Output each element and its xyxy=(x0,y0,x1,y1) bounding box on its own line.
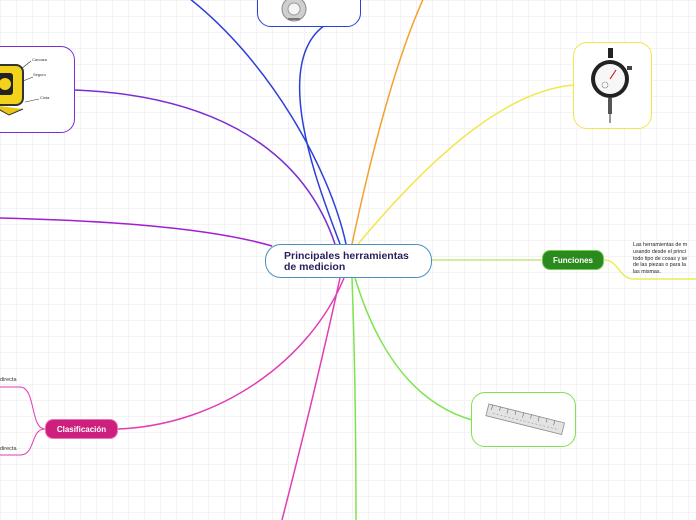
branch-line-pink xyxy=(281,277,341,520)
clasificacion-child-1[interactable]: directa xyxy=(0,377,17,383)
tape-label-carcaza: Carcaza xyxy=(32,57,48,62)
image-node-caliper[interactable] xyxy=(257,0,361,27)
branch-line-violet xyxy=(0,217,273,247)
funciones-label: Funciones xyxy=(552,256,593,265)
branch-line-green xyxy=(351,277,357,520)
central-topic[interactable]: Principales herramientas de medicion xyxy=(265,244,432,278)
clasificacion-node[interactable]: Clasificación xyxy=(45,419,118,439)
clasificacion-label: Clasificación xyxy=(56,425,107,434)
branch-line-green-image xyxy=(354,277,473,421)
clasificacion-child-line-1 xyxy=(0,386,46,430)
ruler-picture xyxy=(485,403,565,436)
tape-label-seguro: Seguro xyxy=(33,72,47,77)
tape-measure-picture: Carcaza Seguro Cinta xyxy=(0,57,50,116)
tape-label-cinta: Cinta xyxy=(40,95,50,100)
branch-line-orange xyxy=(351,0,424,245)
image-node-dial-gauge[interactable] xyxy=(573,42,652,129)
clasificacion-child-2[interactable]: directa xyxy=(0,446,17,452)
branch-line-purple xyxy=(74,89,336,245)
image-node-tape-measure[interactable]: Carcaza Seguro Cinta xyxy=(0,46,75,133)
branch-line-blue-image xyxy=(298,13,361,245)
caliper-picture xyxy=(281,0,307,22)
branch-line-yellow xyxy=(357,84,576,245)
funciones-note: Las herramientas de m usando desde el pr… xyxy=(633,242,688,276)
image-node-ruler[interactable] xyxy=(471,392,576,447)
branch-line-blue xyxy=(190,0,347,245)
dial-gauge-picture xyxy=(591,48,632,123)
funciones-node[interactable]: Funciones xyxy=(542,250,604,270)
central-topic-title: Principales herramientas de medicion xyxy=(284,250,409,273)
